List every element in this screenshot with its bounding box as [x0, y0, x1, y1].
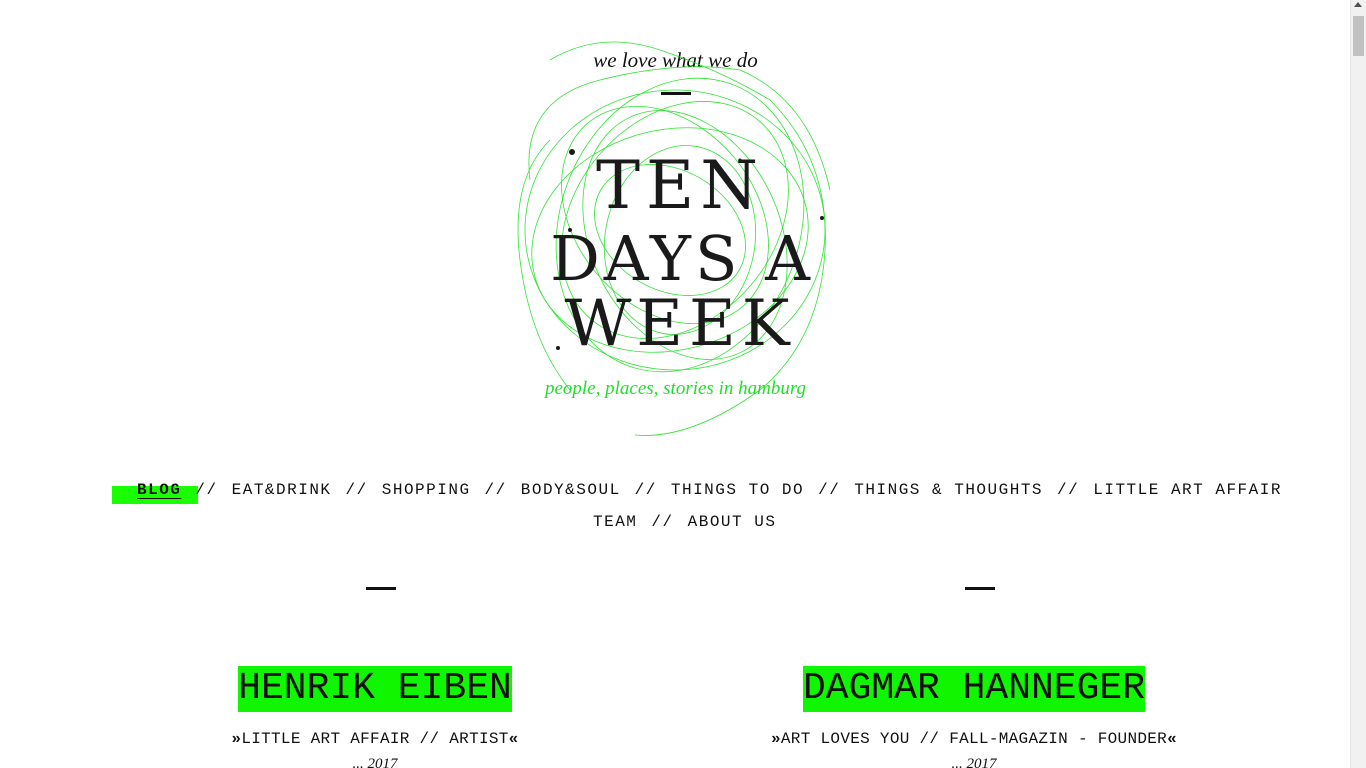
- post-date: ... 2017: [951, 756, 997, 768]
- open-quote: »: [231, 730, 242, 748]
- open-quote: »: [771, 730, 781, 748]
- nav-item-blog[interactable]: BLOG: [137, 481, 181, 499]
- post-title[interactable]: HENRIK EIBEN: [238, 666, 512, 712]
- nav-item-about-us[interactable]: ABOUT US: [688, 513, 777, 531]
- nav-item-things-to-do[interactable]: THINGS TO DO: [671, 481, 804, 499]
- post-title[interactable]: DAGMAR HANNEGER: [802, 666, 1146, 712]
- nav-item-body-soul[interactable]: BODY&SOUL: [521, 481, 621, 499]
- post-divider: [965, 587, 995, 590]
- nav-separator: //: [818, 481, 841, 499]
- nav-line-1: BLOG // EAT&DRINK // SHOPPING // BODY&SOUL // TH…: [137, 481, 1282, 499]
- nav-item-things-thoughts[interactable]: THINGS & THOUGHTS: [854, 481, 1043, 499]
- nav-separator: //: [195, 481, 218, 499]
- nav-separator: //: [651, 513, 674, 531]
- scrollbar-thumb[interactable]: [1353, 16, 1364, 56]
- close-quote: «: [508, 730, 519, 748]
- nav-separator: //: [484, 481, 507, 499]
- post-subtitle: »LITTLE ART AFFAIR // ARTIST«: [175, 730, 575, 748]
- svg-text:WEEK: WEEK: [564, 287, 795, 361]
- nav-item-eat-drink[interactable]: EAT&DRINK: [232, 481, 332, 499]
- svg-text:TEN: TEN: [596, 147, 764, 224]
- nav-separator: //: [1057, 481, 1080, 499]
- logo-wordmark: TEN DAYS A WEEK: [550, 147, 814, 361]
- post-card: HENRIK EIBEN »LITTLE ART AFFAIR // ARTIS…: [175, 666, 575, 768]
- scroll-up-arrow-icon[interactable]: [1354, 2, 1362, 7]
- post-card: DAGMAR HANNEGER »ART LOVES YOU // FALL-M…: [724, 666, 1224, 768]
- site-subtitle: people, places, stories in hamburg: [544, 378, 807, 399]
- post-divider: [366, 587, 396, 590]
- nav-line-2: TEAM // ABOUT US: [593, 513, 776, 531]
- nav-item-shopping[interactable]: SHOPPING: [382, 481, 471, 499]
- close-quote: «: [1167, 730, 1177, 748]
- nav-item-little-art-affair[interactable]: LITTLE ART AFFAIR: [1093, 481, 1282, 499]
- nav-separator: //: [345, 481, 368, 499]
- nav-item-team[interactable]: TEAM: [593, 513, 637, 531]
- post-subtitle-text: LITTLE ART AFFAIR // ARTIST: [241, 730, 509, 748]
- vertical-scrollbar[interactable]: [1350, 0, 1366, 768]
- post-subtitle-text: ART LOVES YOU // FALL-MAGAZIN - FOUNDER: [780, 730, 1168, 748]
- svg-text:DAYS A: DAYS A: [550, 222, 814, 295]
- page: we love what we do TEN DAYS A WEEK peopl…: [0, 0, 1351, 768]
- post-date: ... 2017: [352, 756, 398, 768]
- nav-separator: //: [634, 481, 657, 499]
- post-subtitle: »ART LOVES YOU // FALL-MAGAZIN - FOUNDER…: [724, 730, 1224, 748]
